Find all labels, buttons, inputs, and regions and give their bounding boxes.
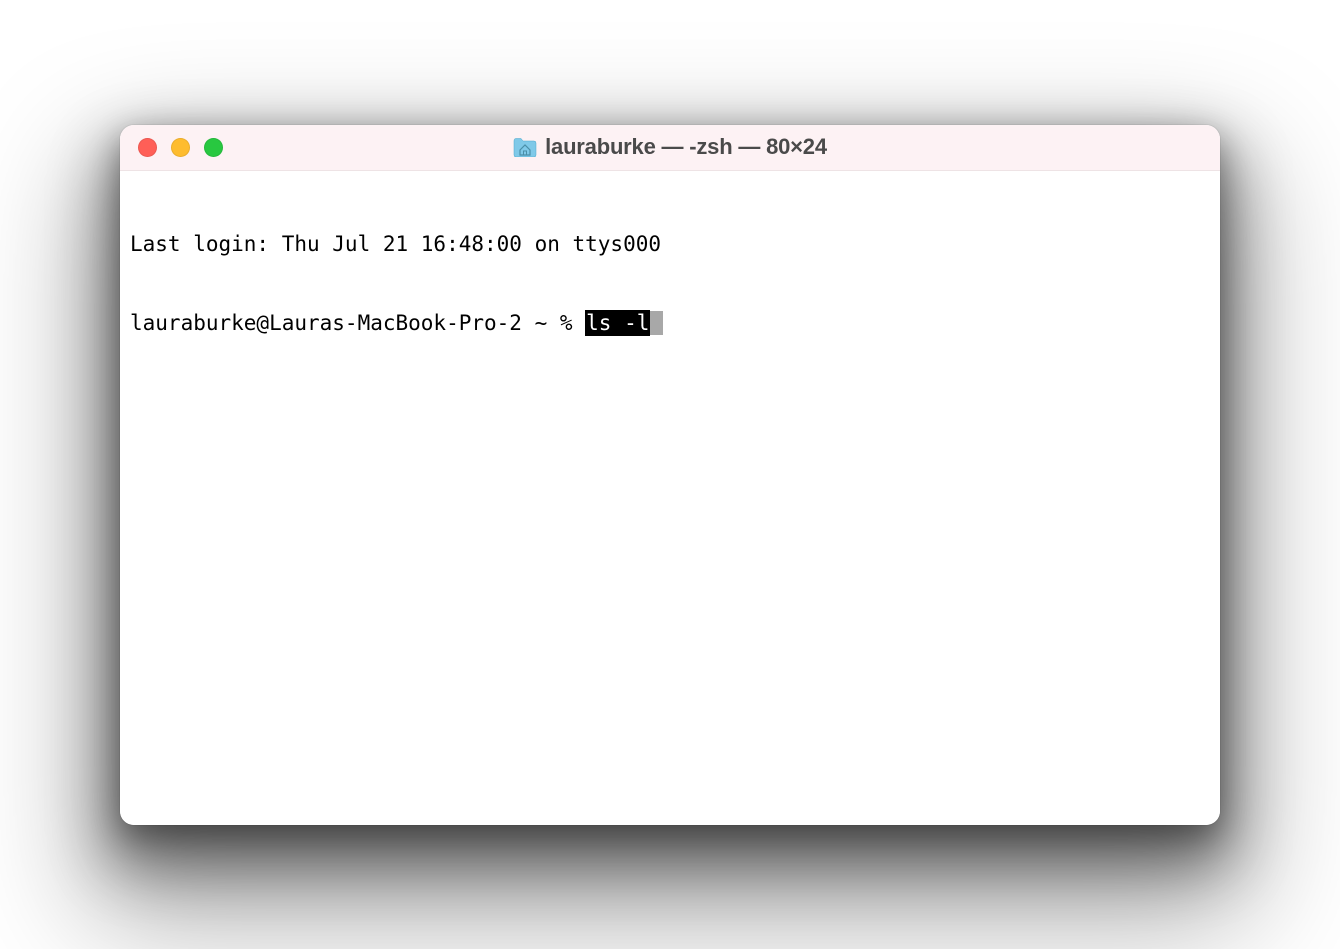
cursor-icon	[650, 311, 663, 335]
traffic-lights	[120, 138, 223, 157]
login-message: Last login: Thu Jul 21 16:48:00 on ttys0…	[130, 231, 1210, 257]
home-folder-icon	[513, 137, 537, 157]
terminal-window: lauraburke — -zsh — 80×24 Last login: Th…	[120, 125, 1220, 825]
title-bar[interactable]: lauraburke — -zsh — 80×24	[120, 125, 1220, 171]
zoom-button[interactable]	[204, 138, 223, 157]
minimize-button[interactable]	[171, 138, 190, 157]
shell-prompt: lauraburke@Lauras-MacBook-Pro-2 ~ %	[130, 310, 585, 336]
typed-command: ls -l	[585, 310, 650, 336]
window-title: lauraburke — -zsh — 80×24	[545, 134, 827, 160]
title-center: lauraburke — -zsh — 80×24	[120, 134, 1220, 160]
terminal-body[interactable]: Last login: Thu Jul 21 16:48:00 on ttys0…	[120, 171, 1220, 825]
close-button[interactable]	[138, 138, 157, 157]
prompt-line[interactable]: lauraburke@Lauras-MacBook-Pro-2 ~ % ls -…	[130, 310, 1210, 336]
